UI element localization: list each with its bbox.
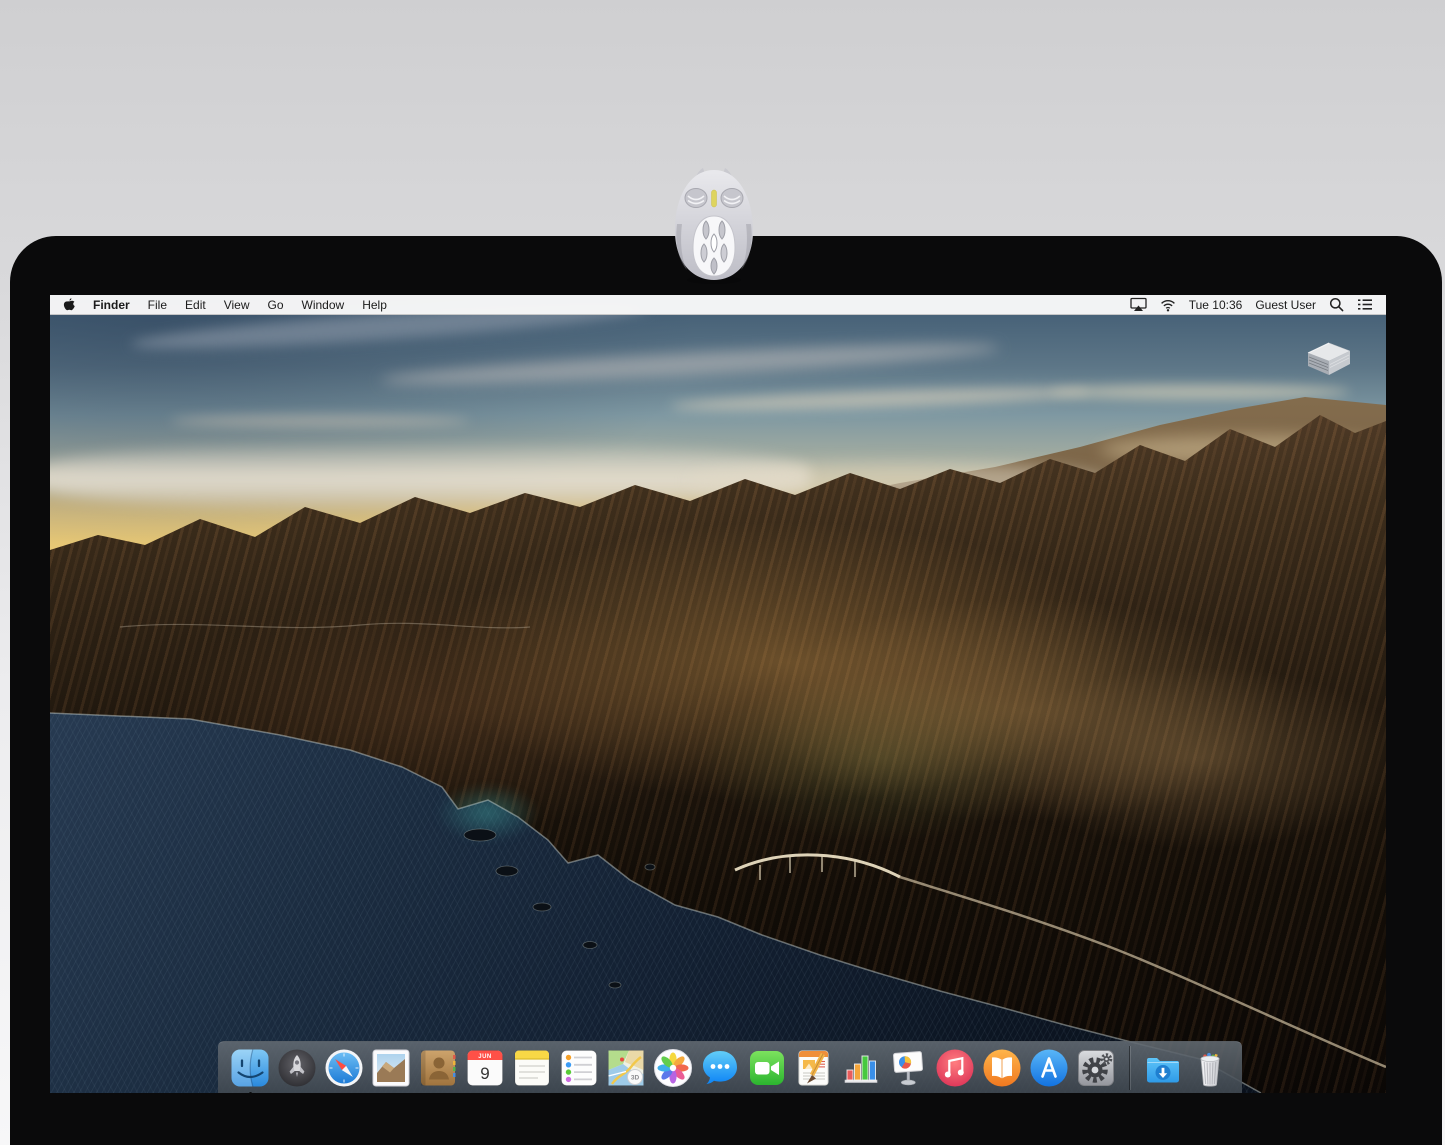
running-indicator — [249, 1092, 252, 1094]
menu-item-edit[interactable]: Edit — [185, 298, 206, 312]
menu-item-finder[interactable]: Finder — [93, 298, 130, 312]
facetime-icon — [747, 1048, 787, 1088]
dock-item-mail[interactable] — [371, 1048, 411, 1088]
airplay-display-icon[interactable] — [1130, 297, 1147, 312]
notification-center-icon[interactable] — [1357, 298, 1373, 311]
pages-icon — [794, 1048, 834, 1088]
desktop-screen: Finder File Edit View Go Window Help Tue — [50, 295, 1386, 1093]
dock-item-facetime[interactable] — [747, 1048, 787, 1088]
dock-item-app-store[interactable] — [1029, 1048, 1069, 1088]
menu-item-window[interactable]: Window — [302, 298, 345, 312]
dock-item-downloads[interactable] — [1143, 1048, 1183, 1088]
dock-item-notes[interactable] — [512, 1048, 552, 1088]
menu-item-file[interactable]: File — [148, 298, 167, 312]
photos-icon — [653, 1048, 693, 1088]
dock-item-messages[interactable] — [700, 1048, 740, 1088]
external-hard-drive-icon[interactable] — [1302, 335, 1354, 381]
dock-item-safari[interactable] — [324, 1048, 364, 1088]
svg-text:3D: 3D — [631, 1074, 640, 1081]
calendar-icon: JUN 9 — [465, 1048, 505, 1088]
ibooks-icon — [982, 1048, 1022, 1088]
dock-item-numbers[interactable] — [841, 1048, 881, 1088]
dock-item-photos[interactable] — [653, 1048, 693, 1088]
svg-text:9: 9 — [480, 1064, 489, 1083]
dock-item-finder[interactable] — [230, 1048, 270, 1088]
spotlight-search-icon[interactable] — [1329, 297, 1344, 312]
dock-item-pages[interactable] — [794, 1048, 834, 1088]
dock-item-keynote[interactable] — [888, 1048, 928, 1088]
downloads-folder-icon — [1143, 1048, 1183, 1088]
safari-icon — [324, 1048, 364, 1088]
trash-full-icon — [1190, 1048, 1230, 1088]
apple-logo-icon — [63, 297, 76, 312]
dock: JUN 9 — [218, 1041, 1242, 1093]
dock-item-trash[interactable] — [1190, 1048, 1230, 1088]
owl-figurine — [663, 166, 765, 286]
system-preferences-icon — [1076, 1048, 1116, 1088]
contacts-icon — [418, 1048, 458, 1088]
launchpad-icon — [277, 1048, 317, 1088]
messages-icon — [700, 1048, 740, 1088]
dock-item-calendar[interactable]: JUN 9 — [465, 1048, 505, 1088]
dock-item-maps[interactable]: 3D — [606, 1048, 646, 1088]
menu-bar-clock[interactable]: Tue 10:36 — [1189, 298, 1243, 312]
numbers-icon — [841, 1048, 881, 1088]
app-store-icon — [1029, 1048, 1069, 1088]
dock-item-itunes[interactable] — [935, 1048, 975, 1088]
svg-text:JUN: JUN — [478, 1053, 492, 1059]
apple-menu[interactable] — [63, 297, 76, 312]
maps-icon: 3D — [606, 1048, 646, 1088]
reminders-icon — [559, 1048, 599, 1088]
photo-of-imac-desktop: Finder File Edit View Go Window Help Tue — [0, 0, 1445, 1145]
itunes-icon — [935, 1048, 975, 1088]
dock-item-reminders[interactable] — [559, 1048, 599, 1088]
keynote-icon — [888, 1048, 928, 1088]
notes-icon — [512, 1048, 552, 1088]
menu-item-help[interactable]: Help — [362, 298, 387, 312]
dock-item-system-preferences[interactable] — [1076, 1048, 1116, 1088]
mail-icon — [371, 1048, 411, 1088]
wifi-icon[interactable] — [1160, 298, 1176, 312]
finder-icon — [230, 1048, 270, 1088]
dock-item-ibooks[interactable] — [982, 1048, 1022, 1088]
menu-bar: Finder File Edit View Go Window Help Tue — [50, 295, 1386, 315]
dock-item-launchpad[interactable] — [277, 1048, 317, 1088]
menu-item-view[interactable]: View — [224, 298, 250, 312]
menu-bar-user[interactable]: Guest User — [1255, 298, 1316, 312]
dock-item-contacts[interactable] — [418, 1048, 458, 1088]
menu-item-go[interactable]: Go — [268, 298, 284, 312]
wallpaper-coast-details — [50, 295, 1386, 1093]
dock-separator — [1129, 1046, 1130, 1090]
